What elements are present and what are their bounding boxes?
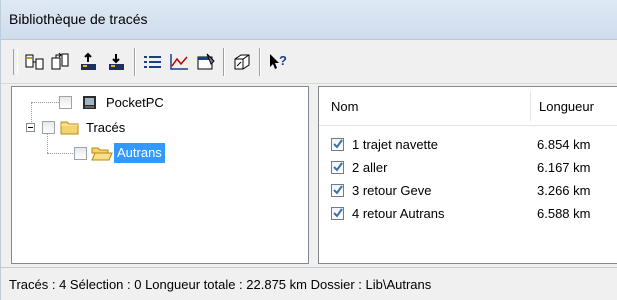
- tree-connector: [31, 102, 59, 103]
- track-name: 3 retour Geve: [352, 183, 432, 198]
- status-bar: Tracés : 4 Sélection : 0 Longueur totale…: [1, 267, 617, 300]
- column-divider[interactable]: [530, 91, 531, 121]
- list-view-button[interactable]: [141, 50, 165, 74]
- track-length: 6.588 km: [537, 206, 591, 221]
- open-folder-icon: [91, 147, 113, 161]
- track-list[interactable]: Nom Longueur 1 trajet navette 6.854 km 2…: [318, 86, 617, 264]
- row-checkbox[interactable]: [331, 161, 344, 174]
- table-row[interactable]: 4 retour Autrans 6.588 km: [319, 204, 617, 226]
- pane-splitter[interactable]: [309, 86, 318, 264]
- download-from-device-button[interactable]: [105, 50, 129, 74]
- status-text: Tracés : 4 Sélection : 0 Longueur totale…: [9, 277, 432, 292]
- track-library-window: Bibliothèque de tracés ? PocketPC Tracés…: [0, 0, 617, 300]
- title-bar: Bibliothèque de tracés: [1, 0, 617, 40]
- toolbar: ?: [1, 40, 617, 84]
- track-length: 6.167 km: [537, 160, 591, 175]
- tree-checkbox[interactable]: [42, 121, 55, 134]
- toolbar-separator: [134, 48, 136, 76]
- track-name: 4 retour Autrans: [352, 206, 445, 221]
- row-checkbox[interactable]: [331, 207, 344, 220]
- checkmark-icon: [333, 139, 343, 149]
- column-header-name[interactable]: Nom: [331, 99, 358, 114]
- window-title: Bibliothèque de tracés: [9, 11, 148, 27]
- folder-icon: [60, 121, 79, 135]
- upload-to-device-icon: [81, 52, 96, 70]
- 3d-view-button[interactable]: [230, 50, 254, 74]
- profile-chart-icon: [170, 54, 188, 70]
- toolbar-separator: [259, 48, 261, 76]
- download-from-device-icon: [109, 54, 124, 70]
- new-folder-icon: [51, 52, 69, 70]
- toolbar-separator: [223, 48, 225, 76]
- table-row[interactable]: 3 retour Geve 3.266 km: [319, 181, 617, 203]
- tree-connector: [47, 153, 73, 154]
- list-view-icon: [144, 56, 161, 68]
- checkmark-icon: [333, 162, 343, 172]
- main-panels: PocketPC Tracés Autrans Nom Longueur 1 t…: [11, 86, 617, 264]
- list-header: Nom Longueur: [319, 87, 617, 126]
- properties-button[interactable]: [194, 50, 218, 74]
- checkmark-icon: [333, 185, 343, 195]
- track-length: 6.854 km: [537, 137, 591, 152]
- tree-node-label: Tracés: [86, 120, 126, 135]
- tree-node-label: PocketPC: [106, 95, 164, 110]
- row-checkbox[interactable]: [331, 138, 344, 151]
- context-help-button[interactable]: ?: [266, 50, 290, 74]
- 3d-view-icon: [234, 54, 250, 70]
- folder-tree[interactable]: PocketPC Tracés Autrans: [11, 86, 309, 264]
- tree-node-label-selected: Autrans: [114, 143, 165, 163]
- table-row[interactable]: 1 trajet navette 6.854 km: [319, 135, 617, 157]
- row-checkbox[interactable]: [331, 184, 344, 197]
- import-track-icon: [25, 54, 44, 70]
- svg-text:?: ?: [279, 53, 287, 68]
- upload-to-device-button[interactable]: [77, 50, 101, 74]
- table-row[interactable]: 2 aller 6.167 km: [319, 158, 617, 180]
- checkmark-icon: [333, 208, 343, 218]
- context-help-icon: ?: [270, 53, 287, 69]
- tree-checkbox[interactable]: [59, 96, 72, 109]
- new-folder-button[interactable]: [49, 50, 73, 74]
- track-name: 2 aller: [352, 160, 388, 175]
- profile-chart-button[interactable]: [167, 50, 191, 74]
- properties-icon: [197, 53, 215, 70]
- import-track-button[interactable]: [23, 50, 47, 74]
- track-length: 3.266 km: [537, 183, 591, 198]
- device-icon: [83, 96, 96, 109]
- toolbar-grip[interactable]: [13, 49, 18, 75]
- track-name: 1 trajet navette: [352, 137, 438, 152]
- column-header-length[interactable]: Longueur: [539, 99, 594, 114]
- tree-checkbox[interactable]: [74, 147, 87, 160]
- tree-connector: [31, 102, 32, 122]
- collapse-toggle-icon[interactable]: [26, 123, 35, 132]
